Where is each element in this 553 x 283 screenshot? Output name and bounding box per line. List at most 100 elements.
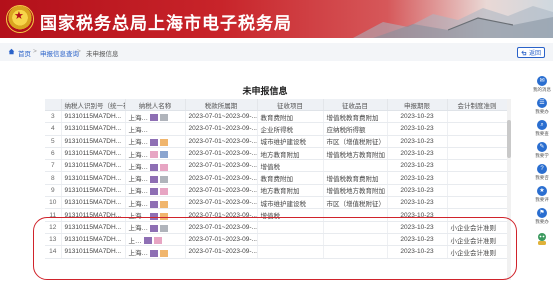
- redaction-mosaic: [150, 200, 158, 208]
- redaction-mosaic: [143, 237, 152, 245]
- cell-name: 上海…: [125, 122, 186, 136]
- cell-item: 地方教育附加: [257, 184, 324, 198]
- redaction-mosaic: [160, 175, 168, 183]
- home-icon: [8, 48, 15, 55]
- table-scroll-thumb[interactable]: [507, 120, 511, 158]
- redaction-mosaic: [150, 188, 158, 196]
- back-button-label: 返回: [528, 51, 541, 57]
- cell-standard: 小企业会计准则: [447, 245, 508, 259]
- sidebar-item-assistant[interactable]: [531, 232, 553, 247]
- name-text: 上海…: [128, 163, 149, 171]
- cell-standard: [447, 196, 508, 210]
- redaction-mosaic: [153, 237, 162, 245]
- tax-emblem-logo: ★: [6, 5, 34, 33]
- name-text: 上海…: [128, 139, 149, 147]
- table-row[interactable]: 3 91310115MA7DH... 上海… 2023-07-01~2023-0…: [45, 110, 508, 124]
- cell-item: [257, 245, 324, 259]
- cell-name: 上海…: [125, 171, 186, 185]
- cell-index: 10: [45, 196, 62, 210]
- cell-name: 上海…: [125, 147, 186, 161]
- redaction-mosaic: [160, 249, 168, 257]
- cell-subitem: 增值税地方教育附加: [323, 184, 388, 198]
- name-text: 上海…: [128, 188, 149, 196]
- col-header-subitem: 征收品目: [323, 99, 388, 111]
- cell-period: 2023-07-01~2023-09-...: [185, 147, 258, 161]
- cell-standard: 小企业会计准则: [447, 221, 508, 234]
- sidebar-item-messages[interactable]: ✉ 我的消息: [531, 76, 553, 93]
- sidebar-item-learn[interactable]: ✎ 我要学: [531, 142, 553, 159]
- redaction-mosaic: [150, 139, 158, 147]
- cell-name: 上海…: [125, 135, 186, 148]
- table-row[interactable]: 12 91310115MA7DH... 上海… 2023-07-01~2023-…: [45, 221, 508, 234]
- cell-index: 12: [45, 221, 62, 234]
- cell-subitem: [323, 233, 388, 247]
- table-row[interactable]: 9 91310115MA7DH... 上海… 2023-07-01~2023-0…: [45, 184, 508, 198]
- table-row[interactable]: 5 91310115MA7DH... 上海… 2023-07-01~2023-0…: [45, 135, 508, 148]
- cell-deadline: 2023-10-23: [387, 135, 448, 148]
- cell-item: 增值税: [257, 208, 324, 222]
- table-row[interactable]: 11 91310115MA7DH... 上海… 2023-07-01~2023-…: [45, 208, 508, 222]
- cell-tax-id: 91310115MA7DH...: [61, 245, 126, 259]
- redaction-mosaic: [160, 163, 168, 171]
- table-row[interactable]: 13 91310115MA7DH... 上… 2023-07-01~2023-0…: [45, 233, 508, 247]
- name-text: 上海…: [128, 151, 149, 159]
- cell-subitem: [323, 245, 388, 259]
- search-icon: ⌕: [537, 120, 547, 130]
- cell-tax-id: 91310115MA7DH...: [61, 184, 126, 198]
- cell-item: 企业所得税: [257, 122, 324, 136]
- sidebar-label: 我要办: [535, 109, 549, 114]
- redaction-mosaic: [150, 175, 158, 183]
- cell-period: 2023-07-01~2023-09-...: [185, 245, 258, 259]
- col-header-deadline: 申报期限: [387, 99, 448, 111]
- cell-index: 5: [45, 135, 62, 148]
- redaction-mosaic: [160, 151, 168, 159]
- col-header-index: [45, 99, 62, 111]
- cell-subitem: 应纳税所得额: [323, 122, 388, 136]
- sidebar-item-todo[interactable]: ☰ 我要办: [531, 98, 553, 115]
- back-button[interactable]: 返回: [517, 47, 545, 58]
- consult-icon: ?: [537, 164, 547, 174]
- cell-period: 2023-07-01~2023-09-...: [185, 184, 258, 198]
- sidebar-item-consult[interactable]: ? 我要咨: [531, 164, 553, 181]
- cell-name: 上海…: [125, 221, 186, 234]
- cell-index: 11: [45, 208, 62, 222]
- col-header-item: 征收项目: [257, 99, 324, 111]
- breadcrumb-query[interactable]: 申报信息查询: [40, 48, 79, 58]
- sidebar-label: 我的消息: [533, 87, 551, 92]
- cell-subitem: [323, 221, 388, 234]
- cell-standard: [447, 122, 508, 136]
- table-row[interactable]: 8 91310115MA7DH... 上海… 2023-07-01~2023-0…: [45, 171, 508, 185]
- name-text: 上海…: [128, 225, 149, 233]
- breadcrumb-separator: >: [77, 48, 81, 55]
- redaction-mosaic: [160, 200, 168, 208]
- cell-tax-id: 91310115MA7DH...: [61, 171, 126, 185]
- redaction-mosaic: [150, 225, 158, 233]
- site-header: ★ 国家税务总局上海市电子税务局: [0, 0, 553, 38]
- breadcrumb-separator: >: [33, 48, 37, 55]
- table-row[interactable]: 14 91310115MA7DH... 上海… 2023-07-01~2023-…: [45, 245, 508, 259]
- todo-icon: ☰: [537, 98, 547, 108]
- redaction-mosaic: [160, 225, 168, 233]
- cell-index: 14: [45, 245, 62, 259]
- table-row[interactable]: 4 91310115MA7DH... 上海… 2023-07-01~2023-0…: [45, 122, 508, 136]
- cell-index: 13: [45, 233, 62, 247]
- cell-standard: 小企业会计准则: [447, 233, 508, 247]
- cell-period: 2023-07-01~2023-09-...: [185, 110, 258, 124]
- table-row[interactable]: 7 91310115MA7DH... 上海… 2023-07-01~2023-0…: [45, 159, 508, 173]
- cell-tax-id: 91310115MA7DH...: [61, 147, 126, 161]
- cell-deadline: 2023-10-23: [387, 221, 448, 234]
- cell-standard: [447, 135, 508, 148]
- sidebar-item-rate[interactable]: ★ 我要评: [531, 186, 553, 203]
- cell-period: 2023-07-01~2023-09-...: [185, 233, 258, 247]
- name-text: 上海…: [128, 114, 149, 122]
- table-row[interactable]: 6 91310115MA7DH... 上海… 2023-07-01~2023-0…: [45, 147, 508, 161]
- redaction-mosaic: [150, 212, 158, 220]
- cell-index: 3: [45, 110, 62, 124]
- cell-deadline: 2023-10-23: [387, 184, 448, 198]
- table-row[interactable]: 10 91310115MA7DH... 上海… 2023-07-01~2023-…: [45, 196, 508, 210]
- cell-tax-id: 91310115MA7DH...: [61, 110, 126, 124]
- cell-period: 2023-07-01~2023-09-...: [185, 135, 258, 148]
- breadcrumb-home[interactable]: 首页: [18, 48, 31, 58]
- sidebar-item-query[interactable]: ⌕ 我要查: [531, 120, 553, 137]
- sidebar-item-handle[interactable]: ⚑ 我要办: [531, 208, 553, 225]
